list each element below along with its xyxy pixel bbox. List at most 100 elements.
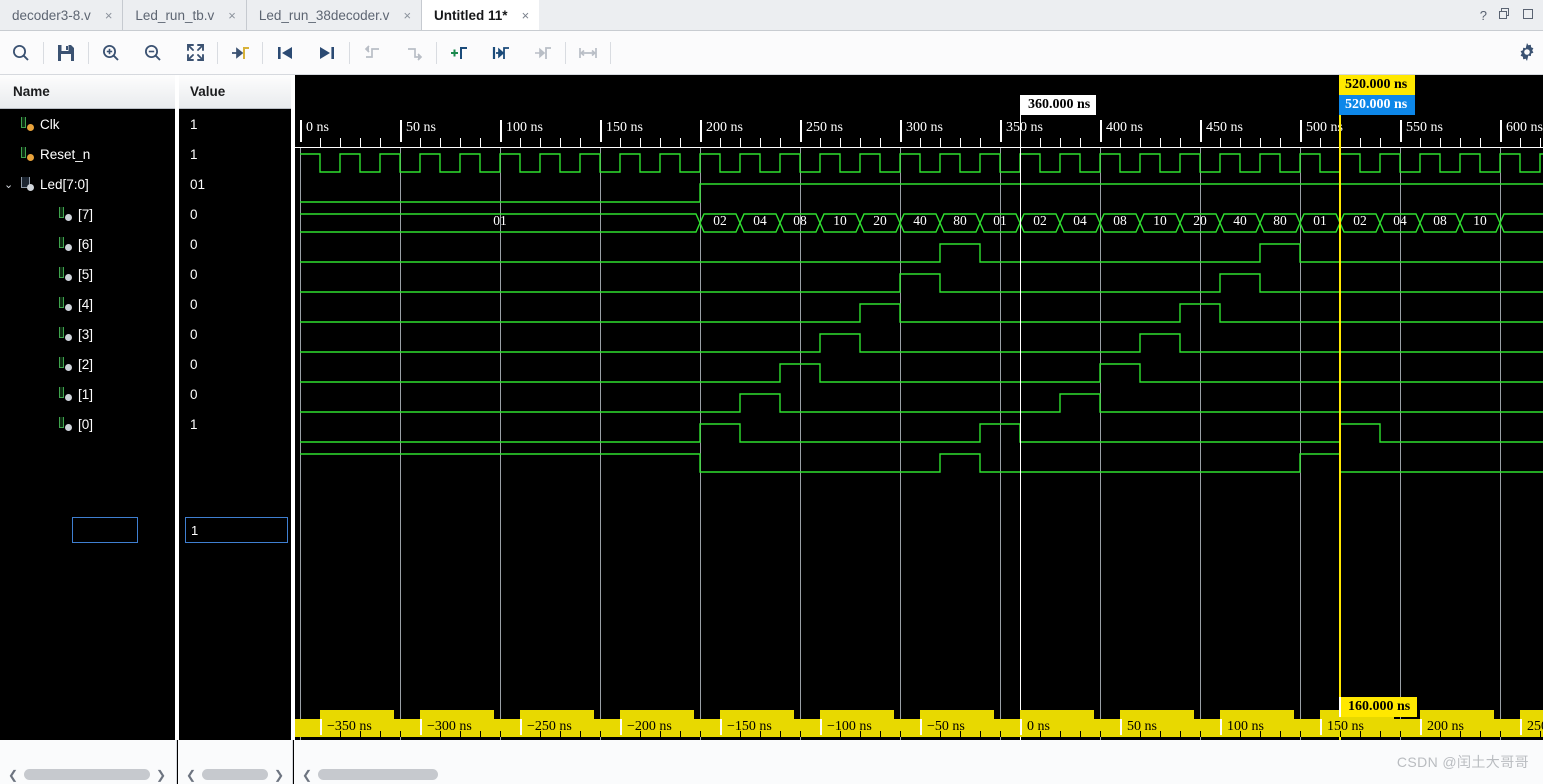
selected-signal-name-box[interactable] xyxy=(72,517,138,543)
tab-led-run-tb[interactable]: Led_run_tb.v × xyxy=(123,0,247,30)
name-panel-footer: ❮ ❯ xyxy=(0,740,177,784)
ruler-tick-label: 300 ns xyxy=(900,120,943,142)
signal-value-row[interactable]: 1 xyxy=(179,139,291,169)
bus-value-label: 80 xyxy=(953,213,967,228)
scroll-left-arrow-icon[interactable]: ❮ xyxy=(182,768,200,782)
next-marker-icon xyxy=(393,32,435,74)
signal-row-Reset_n[interactable]: Reset_n xyxy=(0,139,175,169)
tab-close-icon[interactable]: × xyxy=(403,9,411,22)
scroll-right-arrow-icon[interactable]: ❯ xyxy=(152,768,170,782)
bus-value-label: 10 xyxy=(833,213,847,228)
ruler-minor-tick xyxy=(1260,138,1261,148)
zoom-in-icon[interactable] xyxy=(90,32,132,74)
chevron-down-icon[interactable]: ⌄ xyxy=(4,178,20,191)
signal-value-row[interactable]: 1 xyxy=(179,409,291,439)
panel-divider-1[interactable] xyxy=(177,75,179,740)
add-marker-icon[interactable] xyxy=(438,32,480,74)
selected-signal-value-box[interactable]: 1 xyxy=(185,517,288,543)
scrollbar-thumb[interactable] xyxy=(24,769,150,780)
search-icon[interactable] xyxy=(0,32,42,74)
signal-row-0[interactable]: [0] xyxy=(0,409,175,439)
ruler-tick-label: 400 ns xyxy=(1100,120,1143,142)
ruler-tick-label: 450 ns xyxy=(1200,120,1243,142)
signal-value-row[interactable]: 0 xyxy=(179,349,291,379)
tab-decoder3-8[interactable]: decoder3-8.v × xyxy=(0,0,124,30)
prev-transition-icon[interactable] xyxy=(264,32,306,74)
scrollbar-thumb[interactable] xyxy=(318,769,438,780)
goto-edge-icon[interactable] xyxy=(219,32,261,74)
toolbar xyxy=(0,31,1543,75)
bus-value-label: 40 xyxy=(913,213,927,228)
signal-row-5[interactable]: [5] xyxy=(0,259,175,289)
ruler-minor-tick xyxy=(380,138,381,148)
signal-value-row[interactable]: 0 xyxy=(179,379,291,409)
signal-value-label: 0 xyxy=(190,386,198,402)
move-marker-left-icon[interactable] xyxy=(480,32,522,74)
bus-value-label: 04 xyxy=(1073,213,1087,228)
waveform-canvas[interactable]: 0 ns 50 ns 100 ns 150 ns 200 ns 250 ns 300 ns 3… xyxy=(295,75,1543,740)
gear-icon[interactable] xyxy=(1517,42,1537,65)
signal-row-3[interactable]: [3] xyxy=(0,319,175,349)
signal-value-row[interactable]: 0 xyxy=(179,199,291,229)
scroll-left-arrow-icon[interactable]: ❮ xyxy=(4,768,22,782)
relative-ruler-minor-tick xyxy=(1500,731,1501,737)
wave-panel-hscrollbar[interactable]: ❮ xyxy=(298,767,1538,782)
time-marker-label: 360.000 ns xyxy=(1020,95,1097,115)
scroll-left-arrow-icon[interactable]: ❮ xyxy=(298,768,316,782)
tab-close-icon[interactable]: × xyxy=(105,9,113,22)
tab-close-icon[interactable]: × xyxy=(522,9,530,22)
tab-bar-spacer xyxy=(539,0,1471,30)
signal-row-Clk[interactable]: Clk xyxy=(0,109,175,139)
ruler-tick-label: 0 ns xyxy=(300,120,329,142)
waveform-viewer-window: decoder3-8.v × Led_run_tb.v × Led_run_38… xyxy=(0,0,1543,784)
signal-row-Led70[interactable]: ⌄ Led[7:0] xyxy=(0,169,175,199)
signal-value-row[interactable]: 0 xyxy=(179,319,291,349)
time-ruler-top[interactable]: 0 ns 50 ns 100 ns 150 ns 200 ns 250 ns 300 ns 3… xyxy=(295,120,1543,148)
relative-ruler-minor-tick xyxy=(1200,731,1201,737)
bus-value-label: 08 xyxy=(1113,213,1127,228)
ruler-minor-tick xyxy=(580,138,581,148)
clock-signal-icon xyxy=(20,117,34,131)
signal-row-6[interactable]: [6] xyxy=(0,229,175,259)
signal-row-4[interactable]: [4] xyxy=(0,289,175,319)
tab-led-run-38decoder[interactable]: Led_run_38decoder.v × xyxy=(246,0,423,30)
zoom-fit-icon[interactable] xyxy=(174,32,216,74)
signal-value-row[interactable]: 0 xyxy=(179,289,291,319)
maximize-window-icon[interactable] xyxy=(1522,8,1534,23)
signal-row-7[interactable]: [7] xyxy=(0,199,175,229)
ruler-tick-label: 250 ns xyxy=(800,120,843,142)
ruler-minor-tick xyxy=(1240,138,1241,148)
bit-signal-icon xyxy=(58,237,72,251)
bit-6-trace xyxy=(300,273,1543,293)
zoom-out-icon[interactable] xyxy=(132,32,174,74)
restore-window-icon[interactable] xyxy=(1498,7,1511,23)
tab-label: Untitled 11* xyxy=(434,7,508,23)
scrollbar-thumb[interactable] xyxy=(202,769,268,780)
next-transition-icon[interactable] xyxy=(306,32,348,74)
signal-value-row[interactable]: 0 xyxy=(179,259,291,289)
time-ruler-bottom[interactable]: −350 ns −300 ns −250 ns −200 ns −150 ns −100 … xyxy=(295,697,1543,737)
signal-value-row[interactable]: 1 xyxy=(179,109,291,139)
save-icon[interactable] xyxy=(45,32,87,74)
signal-value-row[interactable]: 01 xyxy=(179,169,291,199)
signal-value-label: 01 xyxy=(190,176,206,192)
time-cursor-520[interactable]: 520.000 ns 520.000 ns xyxy=(1339,75,1416,740)
ruler-minor-tick xyxy=(1520,138,1521,148)
tab-untitled-11[interactable]: Untitled 11* × xyxy=(422,0,540,30)
time-marker-360[interactable]: 360.000 ns xyxy=(1020,95,1097,740)
scroll-right-arrow-icon[interactable]: ❯ xyxy=(270,768,288,782)
bus-value-label: 10 xyxy=(1473,213,1487,228)
value-panel-hscrollbar[interactable]: ❮ ❯ xyxy=(182,767,288,782)
waveform-traces xyxy=(300,153,1543,473)
wave-panel-footer: ❮ xyxy=(294,740,1543,784)
signal-row-2[interactable]: [2] xyxy=(0,349,175,379)
signal-value-label: 1 xyxy=(190,146,198,162)
help-icon[interactable]: ? xyxy=(1480,8,1487,23)
name-panel-hscrollbar[interactable]: ❮ ❯ xyxy=(4,767,170,782)
panel-divider-2[interactable] xyxy=(293,75,295,740)
signal-value-row[interactable]: 0 xyxy=(179,229,291,259)
signal-row-1[interactable]: [1] xyxy=(0,379,175,409)
ruler-minor-tick xyxy=(760,138,761,148)
tab-bar: decoder3-8.v × Led_run_tb.v × Led_run_38… xyxy=(0,0,1543,31)
tab-close-icon[interactable]: × xyxy=(228,9,236,22)
